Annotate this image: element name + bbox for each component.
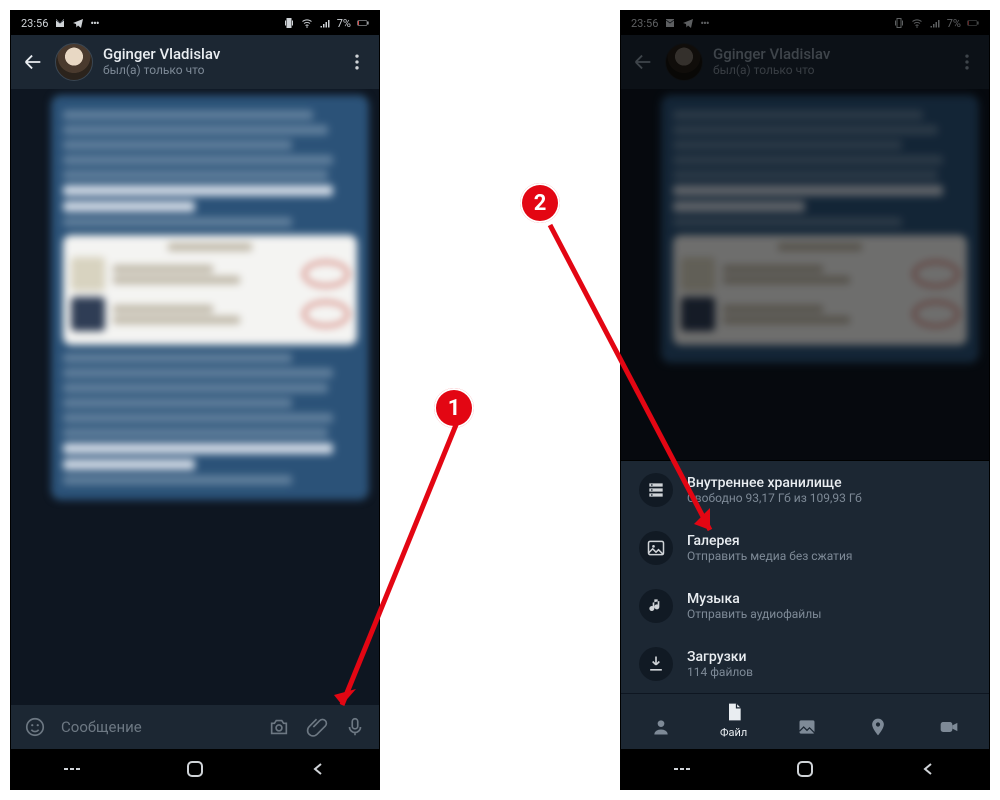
more-vertical-icon xyxy=(347,52,367,72)
tab-file-label: Файл xyxy=(720,726,747,739)
battery-icon xyxy=(967,17,979,29)
vibrate-icon xyxy=(283,17,295,29)
recents-icon xyxy=(672,763,692,775)
person-icon xyxy=(651,717,671,737)
emoji-button[interactable] xyxy=(23,715,47,739)
sheet-item-title: Загрузки xyxy=(687,649,753,665)
gallery-icon xyxy=(797,717,817,737)
contact-name: Gginger Vladislav xyxy=(713,46,945,63)
chevron-left-icon xyxy=(311,762,325,776)
back-button[interactable] xyxy=(631,50,655,74)
mail-icon xyxy=(664,17,676,29)
vibrate-icon xyxy=(893,17,905,29)
tab-contact[interactable] xyxy=(649,715,673,739)
annotation-arrow-1 xyxy=(320,395,480,725)
back-nav-button[interactable] xyxy=(898,754,958,784)
more-options-button[interactable] xyxy=(345,50,369,74)
signal-icon xyxy=(929,17,941,29)
more-status-icon: ••• xyxy=(700,17,708,30)
home-button[interactable] xyxy=(775,754,835,784)
smile-icon xyxy=(24,716,46,738)
more-options-button[interactable] xyxy=(955,50,979,74)
tab-file[interactable]: Файл xyxy=(720,700,747,739)
camera-icon xyxy=(268,716,290,738)
contact-name: Gginger Vladislav xyxy=(103,46,335,63)
chat-header: Gginger Vladislav был(а) только что xyxy=(621,35,989,89)
video-icon xyxy=(938,717,960,737)
battery-percent: 7% xyxy=(337,17,351,30)
sheet-item-title: Музыка xyxy=(687,591,821,607)
download-icon xyxy=(646,654,666,674)
sheet-item-downloads[interactable]: Загрузки 114 файлов xyxy=(621,635,989,693)
file-icon xyxy=(724,701,744,723)
status-bar: 23:56 ••• 7% xyxy=(11,11,379,35)
android-nav-bar xyxy=(11,749,379,789)
header-text[interactable]: Gginger Vladislav был(а) только что xyxy=(103,46,335,77)
wifi-icon xyxy=(301,17,313,29)
annotation-arrow-2 xyxy=(530,210,740,550)
arrow-left-icon xyxy=(632,51,654,73)
contact-status: был(а) только что xyxy=(713,64,945,78)
arrow-left-icon xyxy=(22,51,44,73)
battery-icon xyxy=(357,17,369,29)
wifi-icon xyxy=(911,17,923,29)
music-icon xyxy=(646,596,666,616)
sheet-item-sub: Отправить аудиофайлы xyxy=(687,607,821,621)
more-vertical-icon xyxy=(957,52,977,72)
recents-button[interactable] xyxy=(652,754,712,784)
signal-icon xyxy=(319,17,331,29)
recents-button[interactable] xyxy=(42,754,102,784)
sheet-item-sub: 114 файлов xyxy=(687,665,753,679)
telegram-icon xyxy=(682,17,694,29)
battery-percent: 7% xyxy=(947,17,961,30)
android-nav-bar xyxy=(621,749,989,789)
chevron-left-icon xyxy=(921,762,935,776)
header-text[interactable]: Gginger Vladislav был(а) только что xyxy=(713,46,945,77)
back-nav-button[interactable] xyxy=(288,754,348,784)
tab-gallery[interactable] xyxy=(795,715,819,739)
mail-icon xyxy=(54,17,66,29)
sheet-item-music[interactable]: Музыка Отправить аудиофайлы xyxy=(621,577,989,635)
location-icon xyxy=(868,717,888,737)
more-status-icon: ••• xyxy=(90,17,98,30)
status-time: 23:56 xyxy=(21,17,48,30)
status-time: 23:56 xyxy=(631,17,658,30)
home-button[interactable] xyxy=(165,754,225,784)
avatar[interactable] xyxy=(665,43,703,81)
home-icon xyxy=(796,760,814,778)
tab-location[interactable] xyxy=(866,715,890,739)
attach-tabs: Файл xyxy=(621,693,989,749)
back-button[interactable] xyxy=(21,50,45,74)
chat-header: Gginger Vladislav был(а) только что xyxy=(11,35,379,89)
recents-icon xyxy=(62,763,82,775)
contact-status: был(а) только что xyxy=(103,64,335,78)
camera-button[interactable] xyxy=(267,715,291,739)
tab-video-message[interactable] xyxy=(937,715,961,739)
avatar[interactable] xyxy=(55,43,93,81)
message-input[interactable]: Сообщение xyxy=(61,718,253,736)
telegram-icon xyxy=(72,17,84,29)
home-icon xyxy=(186,760,204,778)
sheet-item-sub: Отправить медиа без сжатия xyxy=(687,549,852,563)
status-bar: 23:56 ••• 7% xyxy=(621,11,989,35)
